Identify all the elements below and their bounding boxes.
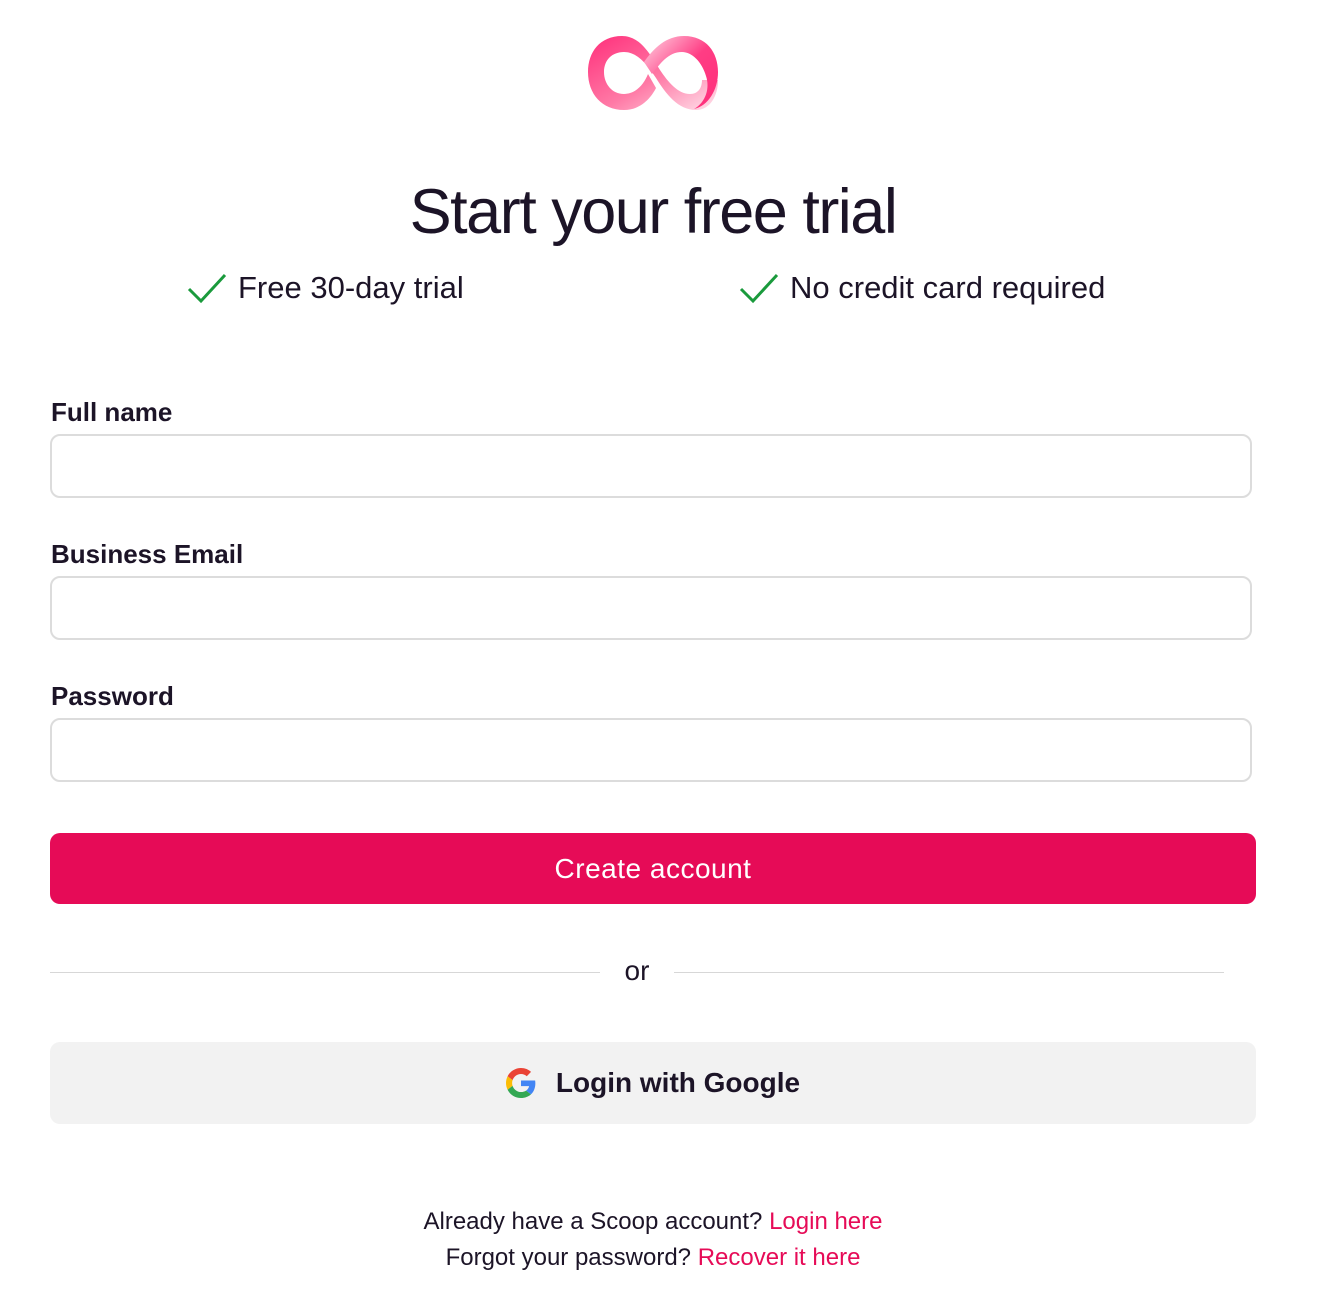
full-name-label: Full name [51, 397, 173, 427]
full-name-input[interactable] [50, 434, 1252, 498]
check-icon [187, 273, 227, 304]
google-button-label: Login with Google [555, 1067, 801, 1098]
signup-page: Start your free trial Free 30-day trial … [0, 0, 1335, 1313]
divider-line [50, 972, 600, 973]
password-input[interactable] [50, 718, 1252, 782]
password-label: Password [51, 681, 174, 711]
divider-line [674, 972, 1224, 973]
infinity-loop-logo-icon [588, 36, 718, 110]
google-g-icon [505, 1068, 536, 1098]
recover-prompt-text: Forgot your password? [445, 1244, 692, 1271]
business-email-input[interactable] [50, 576, 1252, 640]
login-prompt-line: Already have a Scoop account? Login here [0, 1207, 1306, 1237]
page-title: Start your free trial [409, 177, 898, 247]
create-account-button[interactable]: Create account [50, 833, 1256, 904]
perk-label: Free 30-day trial [238, 270, 464, 305]
perk-label: No credit card required [790, 270, 1106, 305]
login-with-google-button[interactable]: Login with Google [50, 1042, 1256, 1124]
check-icon [739, 273, 779, 304]
recover-password-link[interactable]: Recover it here [698, 1244, 861, 1271]
perk-no-credit-card: No credit card required [738, 266, 1105, 310]
login-here-link[interactable]: Login here [769, 1208, 882, 1235]
recover-prompt-line: Forgot your password? Recover it here [0, 1243, 1306, 1273]
business-email-label: Business Email [51, 539, 244, 569]
divider-or-text: or [624, 955, 650, 986]
login-prompt-text: Already have a Scoop account? [423, 1208, 763, 1235]
perk-free-trial: Free 30-day trial [186, 266, 464, 310]
